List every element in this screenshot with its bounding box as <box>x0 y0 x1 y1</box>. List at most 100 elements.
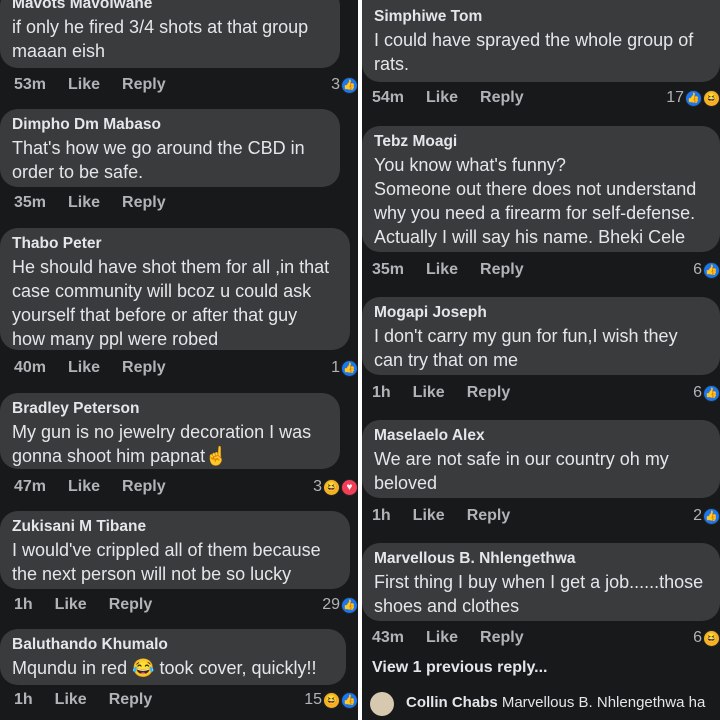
reaction-summary[interactable]: 6 😆 <box>693 629 720 647</box>
like-reaction-icon: 👍 <box>341 596 358 614</box>
comment-time: 35m <box>372 261 405 278</box>
comment-text: if only he fired 3/4 shots at that group… <box>12 17 309 61</box>
haha-reaction-icon: 😆 <box>323 478 340 496</box>
comment-bubble: Zukisani M Tibane I would've crippled al… <box>0 511 350 589</box>
commenter-name[interactable]: Zukisani M Tibane <box>12 517 338 537</box>
comment-time: 40m <box>14 359 47 376</box>
comment-actions: 53m Like Reply <box>14 76 166 94</box>
like-button[interactable]: Like <box>426 89 458 107</box>
like-button[interactable]: Like <box>68 76 100 94</box>
reply-button[interactable]: Reply <box>122 76 166 94</box>
reaction-summary[interactable]: 29 👍 <box>322 596 358 614</box>
comment-bubble: Marvellous B. Nhlengethwa First thing I … <box>362 543 720 621</box>
like-reaction-icon: 👍 <box>341 691 358 709</box>
like-button[interactable]: Like <box>426 629 458 647</box>
commenter-name[interactable]: Baluthando Khumalo <box>12 635 334 655</box>
reaction-summary[interactable]: 6 👍 <box>693 261 720 279</box>
comment-time: 35m <box>14 194 47 211</box>
like-button[interactable]: Like <box>68 478 100 496</box>
like-reaction-icon: 👍 <box>685 89 702 107</box>
comment-text: You know what's funny? Someone out there… <box>374 155 697 247</box>
reaction-count: 6 <box>693 261 702 278</box>
comment-actions: 43m Like Reply <box>372 629 524 647</box>
reaction-count: 3 <box>313 478 322 495</box>
reaction-count: 6 <box>693 384 702 401</box>
comment-text: I don't carry my gun for fun,I wish they… <box>374 326 678 370</box>
comment-text: Mqundu in red 😂 took cover, quickly!! <box>12 658 317 678</box>
commenter-name[interactable]: Thabo Peter <box>12 234 338 254</box>
commenter-name[interactable]: Mavots Mavolwane <box>12 0 328 14</box>
reply-button[interactable]: Reply <box>109 691 153 709</box>
commenter-name[interactable]: Bradley Peterson <box>12 399 328 419</box>
comment-bubble: Bradley Peterson My gun is no jewelry de… <box>0 393 340 469</box>
reaction-summary[interactable]: 3 👍 <box>331 76 358 94</box>
reaction-summary[interactable]: 3 😆 ♥ <box>313 478 358 496</box>
reply-button[interactable]: Reply <box>480 89 524 107</box>
comment-time: 43m <box>372 629 405 646</box>
comment-time: 1h <box>372 507 391 524</box>
comment-text: I could have sprayed the whole group of … <box>374 30 694 74</box>
reply-button[interactable]: Reply <box>480 629 524 647</box>
commenter-name[interactable]: Marvellous B. Nhlengethwa <box>374 549 708 569</box>
avatar[interactable] <box>370 692 394 716</box>
commenter-name[interactable]: Maselaelo Alex <box>374 426 708 446</box>
right-comment-column: Simphiwe Tom I could have sprayed the wh… <box>362 0 720 720</box>
reply-button[interactable]: Reply <box>109 596 153 614</box>
reaction-count: 15 <box>304 691 322 708</box>
reaction-summary[interactable]: 15 😆 👍 <box>304 691 358 709</box>
like-button[interactable]: Like <box>55 596 87 614</box>
reaction-summary[interactable]: 2 👍 <box>693 507 720 525</box>
haha-reaction-icon: 😆 <box>323 691 340 709</box>
comment-bubble: Mavots Mavolwane if only he fired 3/4 sh… <box>0 0 340 68</box>
reply-button[interactable]: Reply <box>122 478 166 496</box>
comment-bubble: Mogapi Joseph I don't carry my gun for f… <box>362 297 720 375</box>
comment-text: First thing I buy when I get a job......… <box>374 572 704 616</box>
reaction-count: 6 <box>693 629 702 646</box>
reaction-count: 3 <box>331 76 340 93</box>
reaction-count: 29 <box>322 596 340 613</box>
comment-time: 1h <box>372 384 391 401</box>
commenter-name[interactable]: Collin Chabs <box>406 694 498 711</box>
comment-bubble: Thabo Peter He should have shot them for… <box>0 228 350 350</box>
commenter-name[interactable]: Dimpho Dm Mabaso <box>12 115 328 135</box>
reaction-summary[interactable]: 1 👍 <box>331 359 358 377</box>
commenter-name[interactable]: Mogapi Joseph <box>374 303 708 323</box>
like-button[interactable]: Like <box>426 261 458 279</box>
reaction-summary[interactable]: 17 👍 😆 <box>666 89 720 107</box>
like-button[interactable]: Like <box>68 194 100 212</box>
like-button[interactable]: Like <box>413 384 445 402</box>
commenter-name[interactable]: Simphiwe Tom <box>374 7 708 27</box>
reply-preview-text: Marvellous B. Nhlengethwa ha <box>501 694 706 711</box>
like-reaction-icon: 👍 <box>703 384 720 402</box>
reply-button[interactable]: Reply <box>122 194 166 212</box>
haha-reaction-icon: 😆 <box>703 89 720 107</box>
reply-button[interactable]: Reply <box>480 261 524 279</box>
comment-time: 53m <box>14 76 47 93</box>
like-reaction-icon: 👍 <box>341 76 358 94</box>
comment-bubble: Maselaelo Alex We are not safe in our co… <box>362 420 720 498</box>
like-button[interactable]: Like <box>68 359 100 377</box>
view-previous-replies-link[interactable]: View 1 previous reply... <box>372 659 547 677</box>
like-button[interactable]: Like <box>413 507 445 525</box>
comment-time: 54m <box>372 89 405 106</box>
reply-button[interactable]: Reply <box>122 359 166 377</box>
like-button[interactable]: Like <box>55 691 87 709</box>
like-reaction-icon: 👍 <box>341 359 358 377</box>
reply-button[interactable]: Reply <box>467 384 511 402</box>
left-comment-column: Mavots Mavolwane if only he fired 3/4 sh… <box>0 0 358 720</box>
love-reaction-icon: ♥ <box>341 478 358 496</box>
comment-bubble: Simphiwe Tom I could have sprayed the wh… <box>362 0 720 82</box>
like-reaction-icon: 👍 <box>703 261 720 279</box>
reaction-count: 1 <box>331 359 340 376</box>
commenter-name[interactable]: Tebz Moagi <box>374 132 708 152</box>
comment-actions: 1h Like Reply <box>372 507 510 525</box>
comment-actions: 1h Like Reply <box>372 384 510 402</box>
comment-text: He should have shot them for all ,in tha… <box>12 257 330 349</box>
comment-bubble: Tebz Moagi You know what's funny? Someon… <box>362 126 720 252</box>
reply-preview: Collin Chabs Marvellous B. Nhlengethwa h… <box>406 694 705 711</box>
comment-actions: 1h Like Reply <box>14 691 152 709</box>
reply-button[interactable]: Reply <box>467 507 511 525</box>
comment-actions: 35m Like Reply <box>372 261 524 279</box>
comment-actions: 35m Like Reply <box>14 194 166 212</box>
reaction-summary[interactable]: 6 👍 <box>693 384 720 402</box>
